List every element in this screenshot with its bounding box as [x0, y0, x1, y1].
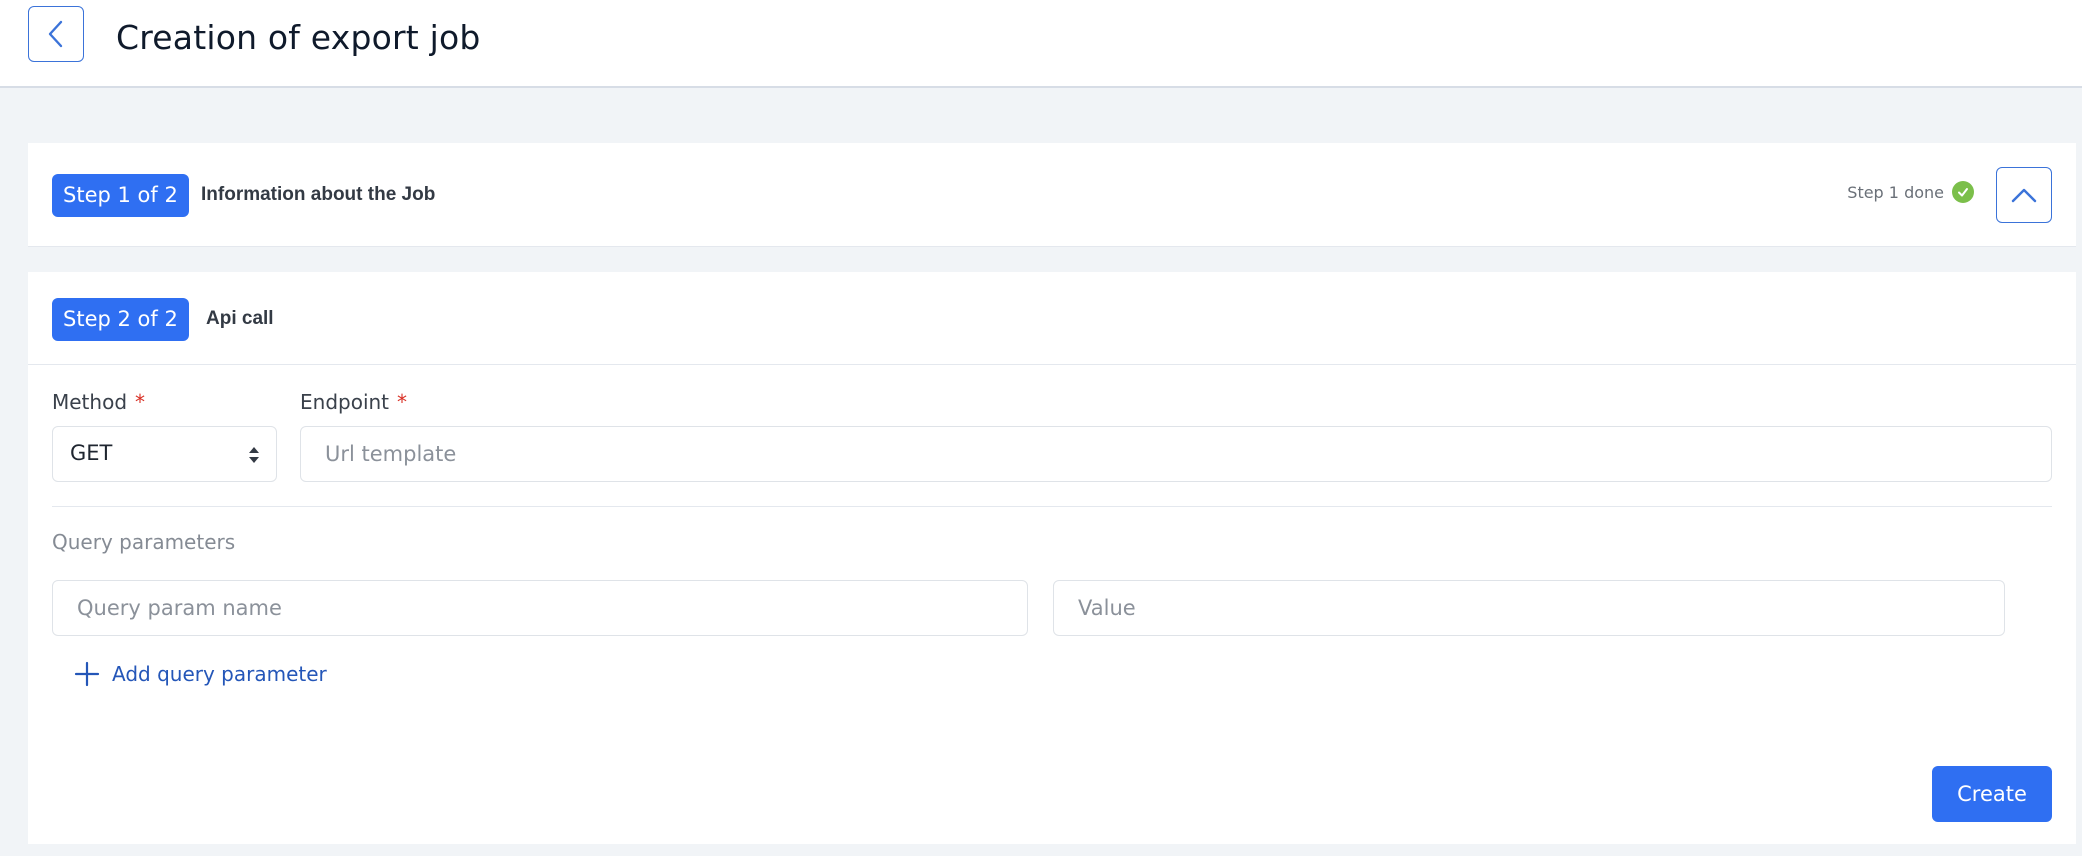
sort-arrows-icon — [249, 447, 259, 463]
step2-badge: Step 2 of 2 — [52, 298, 189, 341]
method-required-mark: * — [135, 390, 146, 414]
top-header: Creation of export job — [0, 0, 2082, 88]
chevron-left-icon — [48, 20, 63, 48]
check-circle-icon — [1952, 181, 1974, 203]
step1-toggle-button[interactable] — [1996, 167, 2052, 223]
step1-title: Information about the Job — [201, 184, 436, 205]
method-label: Method * — [52, 390, 145, 414]
step2-panel: Step 2 of 2 Api call Method * GET Endpoin… — [28, 272, 2076, 844]
fields-divider — [52, 506, 2052, 507]
step1-panel: Step 1 of 2 Information about the Job St… — [28, 143, 2076, 247]
step1-status-label: Step 1 done — [1847, 182, 1944, 202]
method-select-value: GET — [70, 441, 113, 465]
add-query-parameter-label: Add query parameter — [112, 662, 327, 686]
endpoint-input[interactable] — [300, 426, 2052, 482]
chevron-up-icon — [2011, 188, 2037, 203]
create-button[interactable]: Create — [1932, 766, 2052, 822]
query-param-name-input[interactable] — [52, 580, 1028, 636]
plus-icon — [74, 661, 100, 687]
add-query-parameter-link[interactable]: Add query parameter — [74, 661, 327, 687]
step2-title: Api call — [206, 308, 274, 329]
step1-status: Step 1 done — [1847, 181, 1974, 203]
endpoint-label-text: Endpoint — [300, 390, 390, 414]
back-button[interactable] — [28, 6, 84, 62]
endpoint-label: Endpoint * — [300, 390, 407, 414]
endpoint-required-mark: * — [397, 390, 408, 414]
query-param-value-input[interactable] — [1053, 580, 2005, 636]
method-label-text: Method — [52, 390, 128, 414]
method-select[interactable]: GET — [52, 426, 277, 482]
step1-badge: Step 1 of 2 — [52, 174, 189, 217]
step2-header-divider — [28, 364, 2076, 365]
page-title: Creation of export job — [116, 18, 481, 57]
query-parameters-label: Query parameters — [52, 530, 236, 554]
